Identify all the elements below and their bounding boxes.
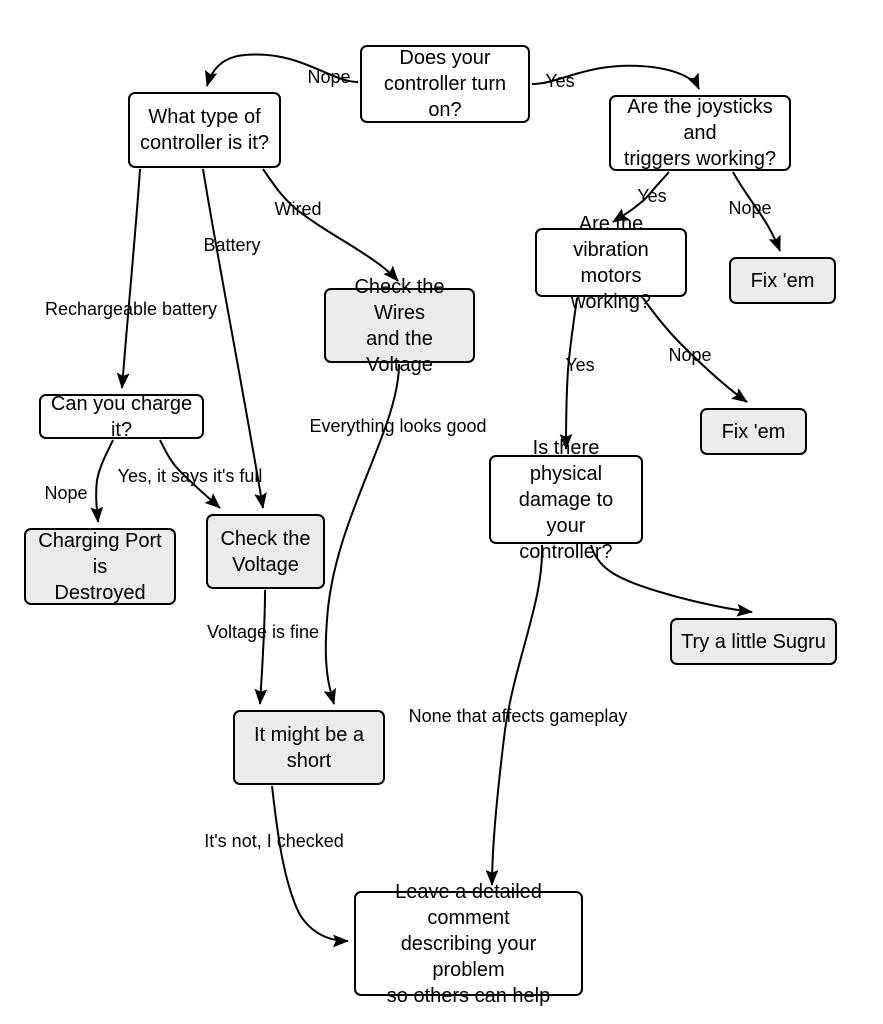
flow-edge-label-e_voltage_short: Voltage is fine [206, 622, 320, 642]
flow-edge-label-e_type_wires: Wired [274, 199, 322, 219]
flow-edge-label-e_joy_vibration: Yes [637, 186, 667, 206]
flow-node-turn_on[interactable]: Does your controller turn on? [360, 45, 530, 123]
flow-node-sugru[interactable]: Try a little Sugru [670, 618, 837, 665]
flow-edge-label-e_vib_fix2: Nope [668, 345, 712, 365]
flow-node-comment[interactable]: Leave a detailed comment describing your… [354, 881, 583, 1007]
flow-edge-label-e_vib_physical: Yes [565, 355, 595, 375]
flow-edge-e_voltage_short [254, 589, 268, 705]
flow-edge-label-e_physical_comment: None that affects gameplay [408, 706, 628, 726]
flow-edge-label-e_type_voltage: Battery [203, 235, 261, 255]
flow-edge-label-e_charge_port: Nope [44, 483, 88, 503]
flow-node-physical[interactable]: Is there physical damage to your control… [489, 437, 643, 563]
flow-node-fix_em_1[interactable]: Fix 'em [729, 257, 836, 304]
flow-edge-label-e_turnon_type: Nope [307, 67, 351, 87]
flow-edge-e_short_comment [271, 785, 349, 948]
flow-edge-e_charge_port [90, 439, 114, 523]
flowchart-canvas: Does your controller turn on? What type o… [0, 0, 883, 1024]
flow-edge-e_type_voltage [202, 168, 267, 509]
flow-edge-label-e_short_comment: It's not, I checked [204, 831, 344, 851]
flow-edge-label-e_charge_voltage: Yes, it says it's full [117, 466, 263, 486]
flow-edge-e_type_wires [262, 168, 399, 282]
flow-node-fix_em_2[interactable]: Fix 'em [700, 408, 807, 455]
flow-edge-label-e_joy_fix1: Nope [728, 198, 772, 218]
flow-edge-label-e_wires_short: Everything looks good [309, 416, 487, 436]
flow-node-check_voltage[interactable]: Check the Voltage [206, 514, 325, 589]
flow-edge-label-e_turnon_joysticks: Yes [545, 71, 575, 91]
flow-node-type[interactable]: What type of controller is it? [128, 92, 281, 168]
flow-edge-e_type_charge [116, 168, 141, 389]
flow-edge-label-e_type_charge: Rechargeable battery [44, 299, 218, 319]
flow-node-charge[interactable]: Can you charge it? [39, 393, 204, 441]
flow-node-wires_voltage[interactable]: Check the Wires and the Voltage [324, 276, 475, 376]
flow-node-short[interactable]: It might be a short [233, 710, 385, 785]
flow-node-joysticks[interactable]: Are the joysticks and triggers working? [609, 95, 791, 171]
flow-node-vibration[interactable]: Are the vibration motors working? [535, 213, 687, 313]
flow-node-charging_port[interactable]: Charging Port is Destroyed [24, 528, 176, 605]
